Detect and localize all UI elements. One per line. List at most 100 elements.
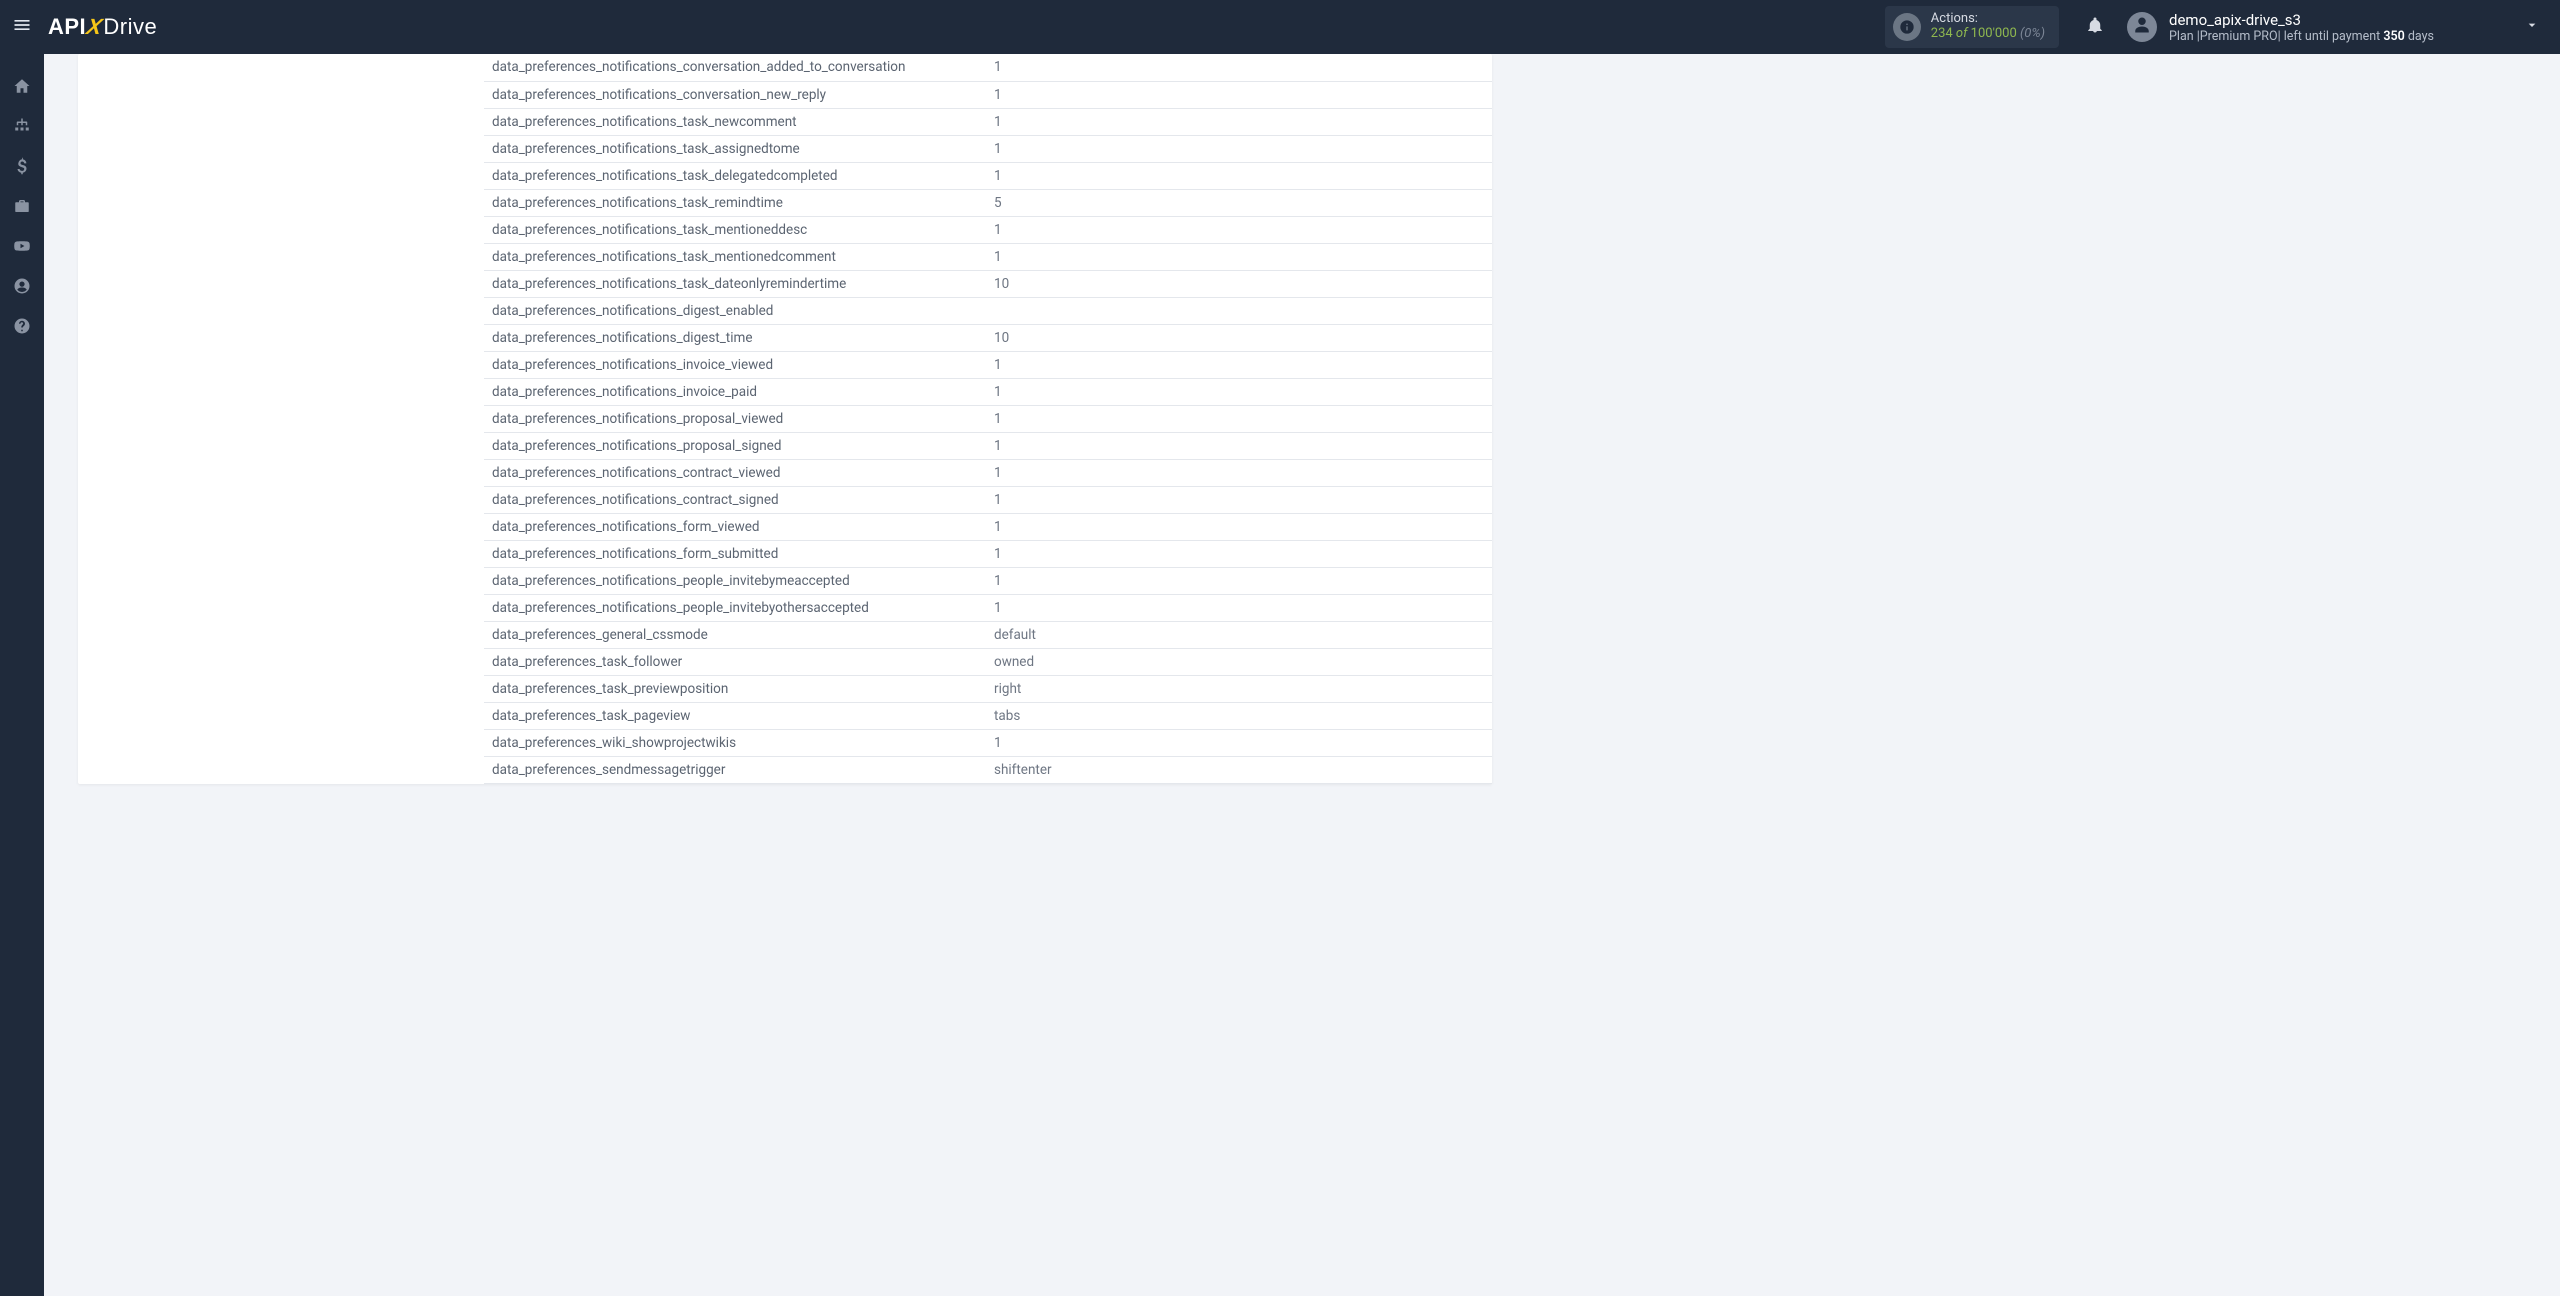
- table-row: data_preferences_notifications_proposal_…: [484, 405, 1492, 432]
- notifications-button[interactable]: [2077, 15, 2113, 39]
- plan-name: Premium PRO: [2200, 29, 2278, 44]
- user-name: demo_apix-drive_s3: [2169, 11, 2434, 29]
- pref-value: 1: [986, 216, 1492, 243]
- actions-pct: (0%): [2017, 26, 2045, 41]
- pref-key: data_preferences_notifications_task_ment…: [484, 243, 986, 270]
- pref-key: data_preferences_notifications_people_in…: [484, 567, 986, 594]
- table-row: data_preferences_notifications_task_ment…: [484, 216, 1492, 243]
- pref-key: data_preferences_notifications_invoice_v…: [484, 351, 986, 378]
- pref-value: 1: [986, 540, 1492, 567]
- table-row: data_preferences_notifications_task_dele…: [484, 162, 1492, 189]
- table-row: data_preferences_notifications_form_view…: [484, 513, 1492, 540]
- main-area: data_preferences_notifications_conversat…: [44, 54, 2560, 1296]
- pref-value: owned: [986, 648, 1492, 675]
- briefcase-icon: [13, 197, 31, 219]
- pref-value: 1: [986, 54, 1492, 81]
- pref-value: 1: [986, 162, 1492, 189]
- logo[interactable]: APIXDrive: [48, 14, 157, 40]
- logo-text-x: X: [84, 14, 105, 40]
- pref-key: data_preferences_task_previewposition: [484, 675, 986, 702]
- plan-suffix: days: [2405, 29, 2434, 44]
- pref-value: 1: [986, 486, 1492, 513]
- pref-key: data_preferences_notifications_task_assi…: [484, 135, 986, 162]
- content-card: data_preferences_notifications_conversat…: [78, 54, 1492, 784]
- pref-key: data_preferences_notifications_digest_en…: [484, 297, 986, 324]
- table-row: data_preferences_notifications_task_assi…: [484, 135, 1492, 162]
- hamburger-icon: [12, 15, 32, 39]
- table-row: data_preferences_notifications_task_ment…: [484, 243, 1492, 270]
- pref-key: data_preferences_task_follower: [484, 648, 986, 675]
- table-row: data_preferences_notifications_contract_…: [484, 459, 1492, 486]
- table-row: data_preferences_notifications_proposal_…: [484, 432, 1492, 459]
- actions-text: Actions: 234 of 100'000 (0%): [1931, 12, 2045, 42]
- sidebar-item-home[interactable]: [0, 68, 44, 108]
- avatar: [2127, 12, 2157, 42]
- pref-value: shiftenter: [986, 756, 1492, 783]
- pref-key: data_preferences_notifications_task_date…: [484, 270, 986, 297]
- sidebar-item-connections[interactable]: [0, 108, 44, 148]
- pref-key: data_preferences_notifications_task_ment…: [484, 216, 986, 243]
- table-row: data_preferences_task_followerowned: [484, 648, 1492, 675]
- actions-of: of: [1953, 26, 1971, 41]
- pref-value: 1: [986, 513, 1492, 540]
- question-icon: [13, 317, 31, 339]
- pref-key: data_preferences_notifications_task_newc…: [484, 108, 986, 135]
- pref-key: data_preferences_notifications_proposal_…: [484, 432, 986, 459]
- table-row: data_preferences_general_cssmodedefault: [484, 621, 1492, 648]
- pref-value: 1: [986, 405, 1492, 432]
- pref-value: 1: [986, 432, 1492, 459]
- pref-value: 5: [986, 189, 1492, 216]
- pref-value: 1: [986, 594, 1492, 621]
- pref-value: 1: [986, 729, 1492, 756]
- plan-mid: | left until payment: [2278, 29, 2384, 44]
- table-row: data_preferences_task_pageviewtabs: [484, 702, 1492, 729]
- table-row: data_preferences_notifications_task_date…: [484, 270, 1492, 297]
- user-menu[interactable]: demo_apix-drive_s3 Plan |Premium PRO| le…: [2127, 11, 2540, 44]
- menu-toggle[interactable]: [0, 0, 44, 54]
- table-row: data_preferences_notifications_people_in…: [484, 594, 1492, 621]
- sidebar-item-billing[interactable]: [0, 148, 44, 188]
- actions-used: 234: [1931, 26, 1953, 41]
- sidebar-item-help[interactable]: [0, 308, 44, 348]
- table-row: data_preferences_notifications_form_subm…: [484, 540, 1492, 567]
- pref-key: data_preferences_task_pageview: [484, 702, 986, 729]
- actions-counts: 234 of 100'000 (0%): [1931, 27, 2045, 42]
- dollar-icon: [13, 157, 31, 179]
- pref-value: 1: [986, 567, 1492, 594]
- table-row: data_preferences_wiki_showprojectwikis1: [484, 729, 1492, 756]
- bell-icon: [2086, 15, 2104, 39]
- pref-key: data_preferences_notifications_conversat…: [484, 54, 986, 81]
- topbar: APIXDrive Actions: 234 of 100'000 (0%) d…: [0, 0, 2560, 54]
- sidebar-item-tools[interactable]: [0, 188, 44, 228]
- pref-value: right: [986, 675, 1492, 702]
- pref-value: 1: [986, 459, 1492, 486]
- table-row: data_preferences_notifications_digest_ti…: [484, 324, 1492, 351]
- pref-key: data_preferences_general_cssmode: [484, 621, 986, 648]
- actions-limit: 100'000: [1971, 26, 2017, 41]
- pref-key: data_preferences_notifications_contract_…: [484, 459, 986, 486]
- user-icon: [2133, 16, 2151, 38]
- user-circle-icon: [13, 277, 31, 299]
- actions-counter[interactable]: Actions: 234 of 100'000 (0%): [1885, 6, 2059, 48]
- pref-key: data_preferences_notifications_conversat…: [484, 81, 986, 108]
- pref-value: 1: [986, 108, 1492, 135]
- home-icon: [13, 77, 31, 99]
- sidebar-item-account[interactable]: [0, 268, 44, 308]
- table-row: data_preferences_task_previewpositionrig…: [484, 675, 1492, 702]
- pref-value: tabs: [986, 702, 1492, 729]
- preferences-table: data_preferences_notifications_conversat…: [484, 54, 1492, 784]
- pref-value: 10: [986, 270, 1492, 297]
- table-row: data_preferences_notifications_people_in…: [484, 567, 1492, 594]
- pref-key: data_preferences_notifications_form_subm…: [484, 540, 986, 567]
- logo-text-api: API: [48, 14, 86, 40]
- pref-key: data_preferences_notifications_invoice_p…: [484, 378, 986, 405]
- table-row: data_preferences_notifications_digest_en…: [484, 297, 1492, 324]
- sidebar-item-video[interactable]: [0, 228, 44, 268]
- pref-key: data_preferences_notifications_task_dele…: [484, 162, 986, 189]
- pref-key: data_preferences_notifications_contract_…: [484, 486, 986, 513]
- pref-value: [986, 297, 1492, 324]
- user-text: demo_apix-drive_s3 Plan |Premium PRO| le…: [2169, 11, 2434, 44]
- logo-text-drive: Drive: [103, 14, 157, 40]
- pref-value: 1: [986, 378, 1492, 405]
- sitemap-icon: [13, 117, 31, 139]
